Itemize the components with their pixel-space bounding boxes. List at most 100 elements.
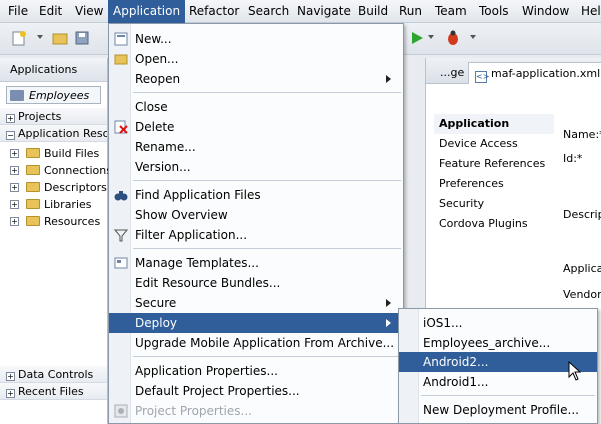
menu-item-new[interactable]: New... (109, 29, 403, 49)
chevron-down-icon[interactable] (37, 35, 43, 39)
submenu-item-new-deployment-profile[interactable]: New Deployment Profile... (399, 400, 597, 420)
menu-item-label: Application Properties... (135, 364, 278, 378)
delete-icon (113, 119, 129, 135)
menu-item-label: Find Application Files (135, 188, 261, 202)
submenu-item-employees-archive[interactable]: Employees_archive... (399, 333, 597, 353)
expand-icon[interactable]: + (10, 200, 19, 209)
menu-file[interactable]: File (3, 0, 33, 23)
nav-item-feature-references[interactable]: Feature References (434, 154, 554, 174)
menu-help[interactable]: Help (576, 0, 601, 23)
application-label: Applicati (563, 262, 601, 275)
expand-icon[interactable]: + (10, 149, 19, 158)
menu-item-deploy[interactable]: Deploy (109, 313, 403, 333)
menu-tools[interactable]: Tools (474, 0, 514, 23)
open-folder-icon[interactable] (51, 29, 69, 47)
tab-maf-application[interactable]: <> maf-application.xml (468, 62, 601, 84)
save-icon[interactable] (73, 29, 91, 47)
name-label: Name:* (563, 128, 601, 141)
menu-view[interactable]: View (70, 0, 108, 23)
expand-icon[interactable]: + (10, 217, 19, 226)
menu-item-label: Delete (135, 120, 175, 134)
mouse-cursor-icon (568, 361, 582, 381)
expand-icon[interactable]: + (6, 114, 15, 123)
tab-label: maf-application.xml (491, 67, 601, 80)
menu-item-rename[interactable]: Rename... (109, 137, 403, 157)
menu-item-close[interactable]: Close (109, 97, 403, 117)
chevron-down-icon[interactable] (428, 35, 434, 39)
binoculars-icon (113, 187, 129, 203)
nav-item-cordova-plugins[interactable]: Cordova Plugins (434, 214, 554, 234)
nav-item-application[interactable]: Application (434, 114, 554, 134)
tree-item-connections[interactable]: + Connections (0, 162, 112, 179)
menu-item-secure[interactable]: Secure (109, 293, 403, 313)
menu-item-label: Rename... (135, 140, 196, 154)
debug-icon[interactable] (444, 29, 462, 47)
menu-window[interactable]: Window (517, 0, 574, 23)
expand-icon[interactable]: + (10, 166, 19, 175)
application-selector[interactable]: Employees (6, 86, 101, 104)
menu-refactor[interactable]: Refactor (184, 0, 244, 23)
menu-item-version[interactable]: Version... (109, 157, 403, 177)
menu-item-edit-resource-bundles[interactable]: Edit Resource Bundles... (109, 273, 403, 293)
panel-title: Applications (0, 58, 107, 82)
menu-separator (421, 395, 595, 396)
applications-panel: Applications Employees + Projects − Applic… (0, 58, 112, 424)
expand-icon[interactable]: + (10, 183, 19, 192)
menu-item-show-overview[interactable]: Show Overview (109, 205, 403, 225)
new-icon (113, 31, 129, 47)
menu-run[interactable]: Run (394, 0, 427, 23)
menu-item-label: Android2... (423, 355, 489, 369)
menu-navigate[interactable]: Navigate (292, 0, 356, 23)
menu-search[interactable]: Search (243, 0, 294, 23)
data-controls-section[interactable]: + Data Controls (0, 366, 107, 383)
menu-separator (133, 248, 401, 249)
menu-item-manage-templates[interactable]: Manage Templates... (109, 253, 403, 273)
menu-item-label: Employees_archive... (423, 336, 551, 350)
menu-item-upgrade-mobile-application[interactable]: Upgrade Mobile Application From Archive.… (109, 333, 403, 353)
tree-item-resources[interactable]: + Resources (0, 213, 107, 230)
filter-icon (113, 227, 129, 243)
new-file-icon[interactable] (10, 29, 28, 47)
menu-team[interactable]: Team (430, 0, 472, 23)
tree-item-label: Build Files (44, 147, 100, 160)
submenu-item-ios1[interactable]: iOS1... (399, 313, 597, 333)
tree-item-build-files[interactable]: + Build Files (0, 145, 107, 162)
projects-section[interactable]: + Projects (0, 108, 107, 125)
menu-item-application-properties[interactable]: Application Properties... (109, 361, 403, 381)
expand-icon[interactable]: + (6, 389, 15, 398)
run-icon[interactable] (408, 29, 426, 47)
nav-item-device-access[interactable]: Device Access (434, 134, 554, 154)
submenu-arrow-icon (386, 75, 391, 83)
menu-item-label: Close (135, 100, 168, 114)
menu-item-label: Filter Application... (135, 228, 248, 242)
menu-item-filter-application[interactable]: Filter Application... (109, 225, 403, 245)
collapse-icon[interactable]: − (6, 131, 15, 140)
nav-item-security[interactable]: Security (434, 194, 554, 214)
menu-application[interactable]: Application (108, 0, 186, 23)
menu-item-label: Open... (135, 52, 179, 66)
templates-icon (113, 255, 129, 271)
editor-tabbar: ...ge <> maf-application.xml (426, 58, 601, 84)
expand-icon[interactable]: + (6, 372, 15, 381)
menu-item-find-application-files[interactable]: Find Application Files (109, 185, 403, 205)
application-resources-label: Application Resources (18, 127, 107, 140)
menu-item-delete[interactable]: Delete (109, 117, 403, 137)
menu-build[interactable]: Build (353, 0, 393, 23)
tree-item-libraries[interactable]: + Libraries (0, 196, 107, 213)
application-resources-section[interactable]: −Application Resources (0, 125, 107, 142)
nav-item-preferences[interactable]: Preferences (434, 174, 554, 194)
menu-item-open[interactable]: Open... (109, 49, 403, 69)
folder-open-icon (113, 51, 129, 67)
recent-files-section[interactable]: + Recent Files (0, 383, 107, 400)
folder-icon (26, 216, 40, 226)
menu-item-default-project-properties[interactable]: Default Project Properties... (109, 381, 403, 401)
vendor-label: Vendor: (563, 288, 601, 301)
menu-item-label: Manage Templates... (135, 256, 259, 270)
chevron-down-icon[interactable] (470, 35, 476, 39)
menu-separator (133, 356, 401, 357)
menu-item-reopen[interactable]: Reopen (109, 69, 403, 89)
menu-item-label: iOS1... (423, 316, 463, 330)
tree-item-descriptors[interactable]: + Descriptors (0, 179, 107, 196)
menu-edit[interactable]: Edit (34, 0, 67, 23)
tab-overflow[interactable]: ...ge (434, 62, 470, 84)
